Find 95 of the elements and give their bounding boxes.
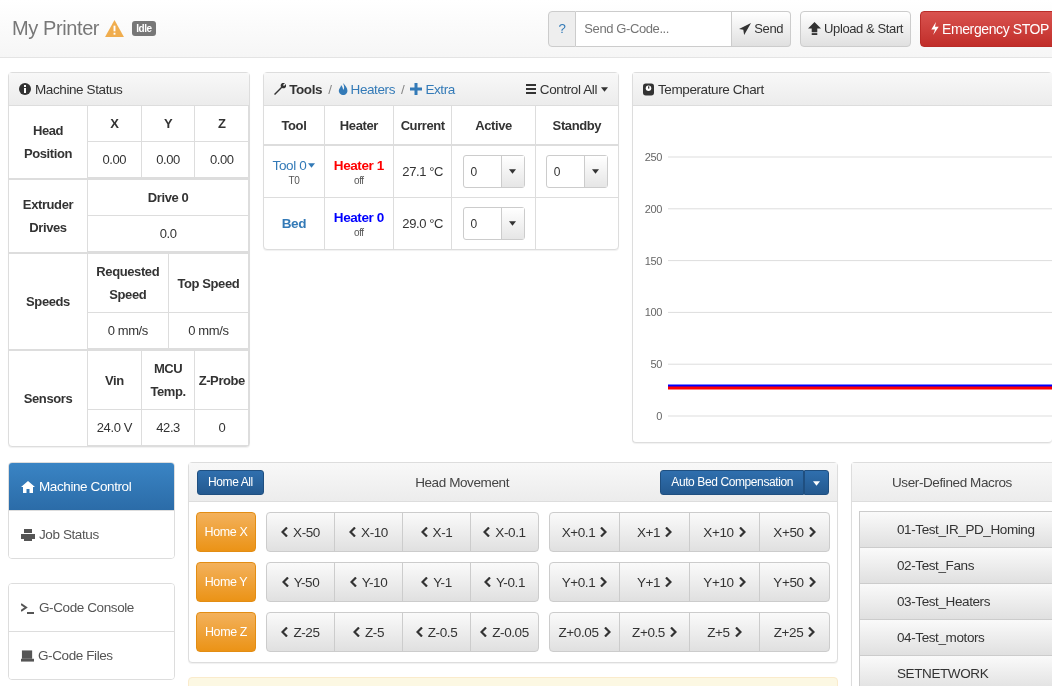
move-button[interactable]: Z+5 [689, 612, 760, 652]
panel-title: Head Movement [414, 474, 511, 490]
table-cell: 0 [195, 410, 250, 446]
move-button[interactable]: Z+0.05 [549, 612, 620, 652]
send-button[interactable]: Send [732, 10, 792, 47]
active-temperature-field[interactable]: 0 [462, 207, 525, 240]
axis-tick-label: 50 [650, 358, 662, 371]
column-header: Vin [88, 351, 142, 410]
column-header: Top Speed [168, 254, 250, 313]
move-button[interactable]: X+1 [619, 512, 690, 552]
move-button[interactable]: Y+10 [689, 562, 760, 602]
move-button[interactable]: X-1 [402, 512, 471, 552]
column-header: Z-Probe [195, 351, 250, 410]
tool-link[interactable]: Bed [281, 216, 307, 231]
row-label: Speeds [9, 254, 88, 349]
table-cell: 0.0 [88, 216, 250, 252]
row-label: Sensors [9, 351, 88, 446]
table-cell: 0.00 [141, 142, 196, 178]
move-button[interactable]: X-10 [334, 512, 403, 552]
panel-title: User-Defined Macros [852, 463, 1052, 502]
axis-tick-label: 0 [656, 410, 662, 422]
move-button[interactable]: Z+0.5 [619, 612, 690, 652]
tab[interactable]: Extra [410, 81, 455, 97]
active-temperature-field[interactable]: 0 [462, 155, 525, 188]
row-label: Head Position [9, 106, 88, 178]
help-button[interactable]: ? [548, 10, 577, 47]
sidebar-item[interactable]: G-Code Console [9, 584, 174, 632]
column-header: Heater [324, 106, 394, 145]
macro-button[interactable]: 04-Test_motors [859, 619, 1052, 656]
emergency-stop-button[interactable]: Emergency STOP [920, 10, 1052, 47]
heater-link[interactable]: Heater 1 [333, 157, 384, 173]
table-cell: 0.00 [195, 142, 250, 178]
macro-button[interactable]: SETNETWORK [859, 655, 1052, 686]
tab[interactable]: Heaters [337, 81, 395, 97]
move-button[interactable]: Z-0.05 [470, 612, 539, 652]
column-header: Current [393, 106, 452, 145]
separator: / [328, 81, 332, 97]
gcode-input-field[interactable]: Send G-Code... [576, 10, 733, 47]
standby-temperature-field[interactable]: 0 [545, 155, 608, 188]
table-cell: 0 mm/s [88, 313, 169, 349]
axis-tick-label: 100 [644, 306, 662, 319]
home-all-button[interactable]: Home All [197, 469, 264, 495]
axis-tick-label: 150 [644, 254, 662, 267]
sidebar-item[interactable]: Machine Control [9, 463, 174, 511]
column-header: Drive 0 [88, 180, 250, 216]
axis-tick-label: 200 [644, 202, 662, 215]
move-button[interactable]: X+50 [759, 512, 830, 552]
column-header: Standby [535, 106, 618, 145]
panel-title: Temperature Chart [658, 81, 764, 97]
macro-button[interactable]: 01-Test_IR_PD_Homing [859, 511, 1052, 548]
printer-title: My Printer [12, 17, 100, 40]
column-header: MCU Temp. [141, 351, 196, 410]
move-button[interactable]: Y+50 [759, 562, 830, 602]
table-cell: 27.1 °C [393, 145, 452, 198]
column-header: Requested Speed [88, 254, 169, 313]
status-badge: Idle [132, 21, 156, 36]
table-cell: 24.0 V [88, 410, 142, 446]
column-header: Y [141, 106, 196, 142]
heater-state: off [352, 174, 365, 186]
move-button[interactable]: Y+1 [619, 562, 690, 602]
axis-tick-label: 250 [644, 151, 662, 163]
column-header: Tool [264, 106, 325, 145]
tab[interactable]: Tools [274, 81, 323, 97]
move-button[interactable]: Y-50 [266, 562, 335, 602]
separator: / [401, 81, 405, 97]
heater-state: off [352, 226, 365, 238]
table-cell: 29.0 °C [393, 197, 452, 249]
move-button[interactable]: X+0.1 [549, 512, 620, 552]
heater-link[interactable]: Heater 0 [333, 209, 384, 225]
move-button[interactable]: X-50 [266, 512, 335, 552]
tool-link[interactable]: Tool 0 [272, 157, 316, 173]
control-all-dropdown[interactable]: Control All [525, 81, 608, 97]
macro-button[interactable]: 03-Test_Heaters [859, 583, 1052, 620]
move-button[interactable]: Y-0.1 [470, 562, 539, 602]
move-button[interactable]: X-0.1 [470, 512, 539, 552]
table-cell: 42.3 [141, 410, 196, 446]
row-label: Extruder Drives [9, 180, 88, 252]
tool-number: T0 [287, 174, 301, 186]
upload-start-button[interactable]: Upload & Start [800, 10, 912, 47]
auto-bed-compensation-button[interactable]: Auto Bed Compensation [660, 469, 804, 495]
move-button[interactable]: Z-5 [334, 612, 403, 652]
move-button[interactable]: Z-0.5 [402, 612, 471, 652]
move-button[interactable]: X+10 [689, 512, 760, 552]
macro-button[interactable]: 02-Test_Fans [859, 547, 1052, 584]
column-header: Z [195, 106, 250, 142]
panel-title: Machine Status [35, 81, 123, 97]
move-button[interactable]: Y-1 [402, 562, 471, 602]
move-button[interactable]: Y+0.1 [549, 562, 620, 602]
move-button[interactable]: Z-25 [266, 612, 335, 652]
table-cell: 0 mm/s [168, 313, 250, 349]
column-header: Active [451, 106, 536, 145]
table-cell: 0.00 [88, 142, 142, 178]
move-button[interactable]: Z+25 [759, 612, 830, 652]
move-button[interactable]: Y-10 [334, 562, 403, 602]
column-header: X [88, 106, 142, 142]
